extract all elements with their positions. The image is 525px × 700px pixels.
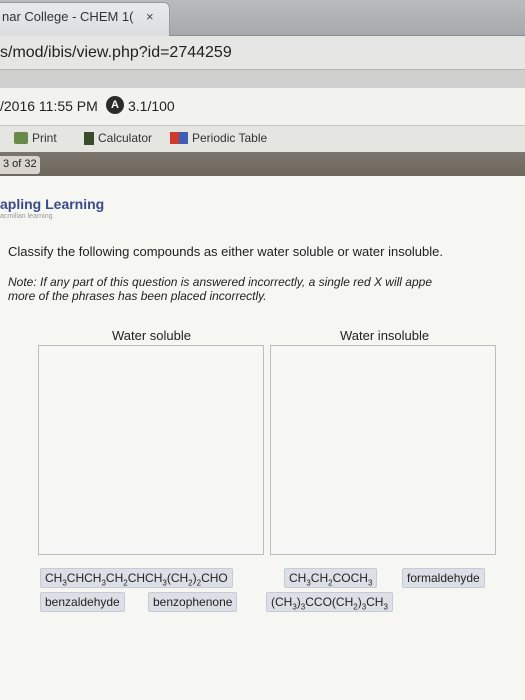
- compound-chip[interactable]: formaldehyde: [402, 568, 485, 588]
- compound-chip[interactable]: benzaldehyde: [40, 592, 125, 612]
- note-line-1: Note: If any part of this question is an…: [8, 275, 432, 289]
- insoluble-drop-zone[interactable]: [270, 345, 496, 555]
- compound-chip[interactable]: benzophenone: [148, 592, 238, 612]
- periodic-table-button[interactable]: Periodic Table: [170, 131, 267, 145]
- close-icon[interactable]: ×: [146, 9, 154, 24]
- url-text: s/mod/ibis/view.php?id=2744259: [0, 44, 232, 61]
- question-note: Note: If any part of this question is an…: [8, 275, 525, 303]
- printer-icon: [14, 132, 28, 144]
- brand-logo: apling Learning: [0, 196, 105, 212]
- page-count: 3 of 32: [0, 156, 40, 174]
- insoluble-column-label: Water insoluble: [340, 328, 430, 343]
- periodic-table-label: Periodic Table: [192, 131, 268, 145]
- tools-toolbar: Print Calculator Periodic Table: [0, 126, 525, 152]
- pager-bar: 3 of 32: [0, 152, 525, 176]
- question-prompt: Classify the following compounds as eith…: [8, 244, 443, 259]
- compound-chip[interactable]: (CH3)3CCO(CH2)3CH3: [266, 592, 393, 612]
- soluble-drop-zone[interactable]: [38, 345, 264, 555]
- separator: [0, 70, 525, 88]
- browser-tab-bar: nar College - CHEM 1( ×: [0, 0, 525, 36]
- assignment-info-bar: /2016 11:55 PM A 3.1/100: [0, 88, 525, 126]
- note-line-2: more of the phrases has been placed inco…: [8, 289, 267, 303]
- brand-subtitle: acmillan learning: [0, 213, 53, 220]
- print-button[interactable]: Print: [14, 131, 57, 145]
- calculator-button[interactable]: Calculator: [84, 131, 152, 145]
- score-value: 3.1/100: [128, 98, 175, 114]
- soluble-column-label: Water soluble: [112, 328, 191, 343]
- calculator-label: Calculator: [98, 131, 153, 145]
- score-icon: A: [106, 96, 124, 114]
- due-date: /2016 11:55 PM: [0, 98, 98, 114]
- tab-title: nar College - CHEM 1(: [2, 9, 134, 24]
- calculator-icon: [84, 131, 94, 145]
- address-bar[interactable]: s/mod/ibis/view.php?id=2744259: [0, 36, 525, 70]
- print-label: Print: [32, 131, 57, 145]
- periodic-table-icon: [170, 132, 188, 144]
- compound-chip[interactable]: CH3CH2COCH3: [284, 568, 378, 588]
- browser-tab[interactable]: nar College - CHEM 1( ×: [0, 2, 170, 36]
- compound-chip[interactable]: CH3CHCH3CH2CHCH3(CH2)2CHO: [40, 568, 233, 588]
